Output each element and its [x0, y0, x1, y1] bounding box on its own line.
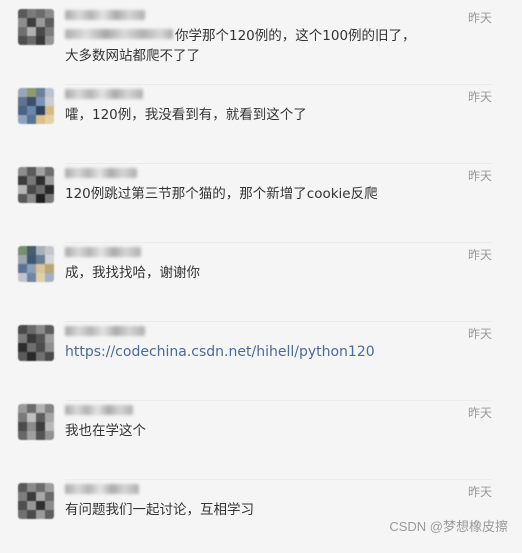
comment-text: 嚯，120例，我没看到有，就看到这个了	[65, 107, 307, 123]
avatar[interactable]	[18, 167, 54, 203]
comment-time: 昨天	[467, 485, 492, 499]
username-redacted[interactable]	[65, 168, 137, 178]
comment-text: 你学那个120例的，这个100例的旧了， 大多数网站都爬不了了	[65, 26, 445, 66]
username-redacted[interactable]	[65, 10, 145, 20]
username-redacted[interactable]	[65, 247, 141, 257]
avatar[interactable]	[18, 246, 54, 282]
comment-item: 昨天 有问题我们一起讨论，互相学习	[0, 474, 522, 553]
comment-time: 昨天	[467, 90, 492, 104]
comment-time: 昨天	[467, 327, 492, 341]
comment-text: 120例跳过第三节那个猫的，那个新增了cookie反爬	[65, 186, 378, 202]
comment-text: 有问题我们一起讨论，互相学习	[65, 502, 254, 518]
comment-item: 昨天 我也在学这个	[0, 395, 522, 480]
avatar[interactable]	[18, 88, 54, 124]
comment-text-line: 你学那个120例的，这个100例的旧了，	[175, 28, 416, 44]
comment-text: 成，我找找哈，谢谢你	[65, 265, 200, 281]
comment-time: 昨天	[467, 169, 492, 183]
comment-item: 昨天 成，我找找哈，谢谢你	[0, 237, 522, 322]
comment-time: 昨天	[467, 11, 492, 25]
comment-list: 昨天 你学那个120例的，这个100例的旧了， 大多数网站都爬不了了 昨天 嚯，1…	[0, 0, 522, 545]
comment-item: 昨天 120例跳过第三节那个猫的，那个新增了cookie反爬	[0, 158, 522, 243]
avatar[interactable]	[18, 9, 54, 45]
comment-link[interactable]: https://codechina.csdn.net/hihell/python…	[65, 342, 445, 362]
comment-item: 昨天 嚯，120例，我没看到有，就看到这个了	[0, 79, 522, 164]
comment-time: 昨天	[467, 248, 492, 262]
csdn-watermark: CSDN @梦想橡皮擦	[389, 519, 508, 534]
avatar[interactable]	[18, 325, 54, 361]
comment-text-line: 大多数网站都爬不了了	[65, 48, 200, 64]
username-redacted[interactable]	[65, 89, 143, 99]
avatar[interactable]	[18, 404, 54, 440]
avatar[interactable]	[18, 483, 54, 519]
comment-item: 昨天 https://codechina.csdn.net/hihell/pyt…	[0, 316, 522, 401]
comment-item: 昨天 你学那个120例的，这个100例的旧了， 大多数网站都爬不了了	[0, 0, 522, 85]
username-redacted[interactable]	[65, 405, 133, 415]
comment-time: 昨天	[467, 406, 492, 420]
username-redacted[interactable]	[65, 484, 139, 494]
comment-text: 我也在学这个	[65, 423, 146, 439]
username-redacted[interactable]	[65, 326, 145, 336]
